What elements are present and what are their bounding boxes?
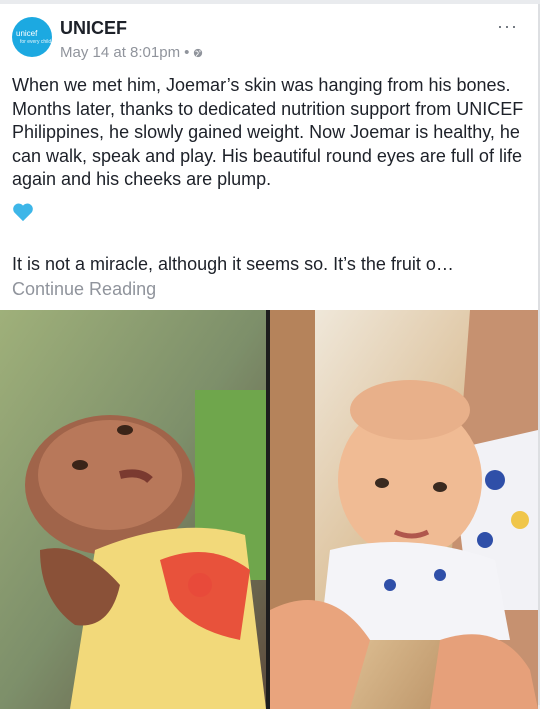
blue-heart-icon <box>13 203 33 222</box>
after-photo <box>270 310 538 709</box>
before-after-photo <box>0 310 538 709</box>
unicef-avatar[interactable]: unicef for every child <box>12 17 52 57</box>
page-name[interactable]: UNICEF <box>60 18 127 39</box>
continue-reading-link[interactable]: Continue Reading <box>12 279 156 300</box>
post-meta: May 14 at 8:01pm • <box>60 44 203 61</box>
meta-separator: • <box>184 44 190 61</box>
post-photo[interactable] <box>0 310 538 709</box>
more-options-icon[interactable]: ··· <box>497 16 518 37</box>
globe-icon <box>194 48 203 57</box>
post-text-continued: It is not a miracle, although it seems s… <box>12 254 454 274</box>
post-card: unicef for every child UNICEF May 14 at … <box>0 4 540 709</box>
post-date[interactable]: May 14 at 8:01pm <box>60 44 180 61</box>
avatar-logo-text: unicef <box>16 29 38 38</box>
post-text: When we met him, Joemar’s skin was hangi… <box>12 75 524 189</box>
before-photo <box>0 310 266 709</box>
avatar-logo-subtext: for every child <box>20 39 52 45</box>
